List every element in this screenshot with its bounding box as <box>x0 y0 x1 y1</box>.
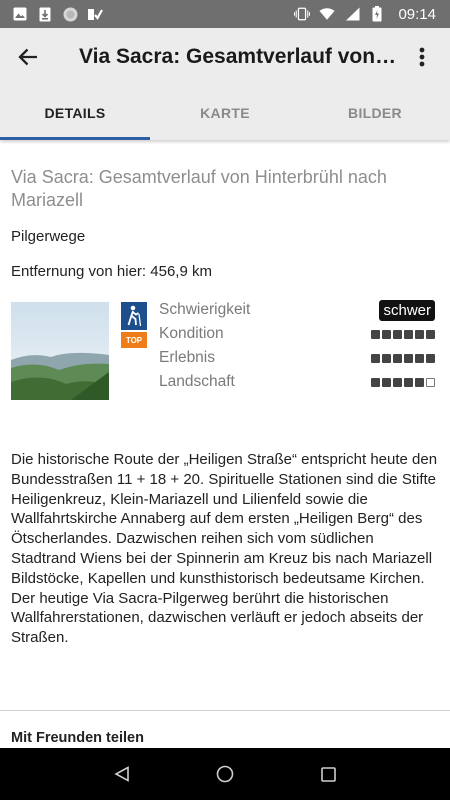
rating-dot-filled <box>371 353 380 363</box>
rating-dots <box>371 377 435 387</box>
details-content[interactable]: Via Sacra: Gesamtverlauf von Hinterbrühl… <box>0 140 450 748</box>
difficulty-row: Schwierigkeit schwer <box>159 299 435 321</box>
download-icon <box>37 6 53 22</box>
system-nav-bar <box>0 748 450 800</box>
rating-dot-filled <box>382 329 391 339</box>
tour-distance: Entfernung von hier: 456,9 km <box>11 263 212 280</box>
top-badge: TOP <box>121 332 147 348</box>
tab-bar: DETAILS KARTE BILDER <box>0 86 450 140</box>
rating-dot-filled <box>382 377 391 387</box>
app-bar: Via Sacra: Gesamtverlauf von Hinterbrühl… <box>0 28 450 86</box>
wifi-icon <box>319 6 336 22</box>
share-section-title: Mit Freunden teilen <box>11 730 144 746</box>
rating-dot-filled <box>393 353 402 363</box>
rating-dot-filled <box>382 353 391 363</box>
rating-dot-filled <box>426 353 435 363</box>
description-paragraph: Der heutige Via Sacra-Pilgerweg berührt … <box>11 589 424 647</box>
rating-dot-filled <box>371 377 380 387</box>
divider <box>0 710 450 711</box>
rating-row-erlebnis: Erlebnis <box>159 347 435 369</box>
more-vertical-icon <box>419 47 425 67</box>
rating-label: Kondition <box>159 325 224 342</box>
nav-recents-button[interactable] <box>308 754 348 794</box>
square-recents-icon <box>321 766 336 782</box>
rating-label: Landschaft <box>159 373 235 390</box>
image-icon <box>12 6 28 22</box>
tab-karte[interactable]: KARTE <box>150 86 300 140</box>
rating-row-landschaft: Landschaft <box>159 371 435 393</box>
rating-dot-filled <box>426 329 435 339</box>
nav-home-button[interactable] <box>205 754 245 794</box>
vibrate-icon <box>294 6 311 22</box>
nav-back-button[interactable] <box>102 754 142 794</box>
tour-description: Die historische Route der „Heiligen Stra… <box>11 450 439 648</box>
rating-dot-filled <box>393 377 402 387</box>
rating-dot-empty <box>426 377 435 387</box>
hiking-category-icon <box>121 302 147 330</box>
tour-title: Via Sacra: Gesamtverlauf von Hinterbrühl… <box>11 167 387 210</box>
rating-dot-filled <box>415 377 424 387</box>
rating-dot-filled <box>404 353 413 363</box>
status-bar: 09:14 <box>0 0 450 28</box>
description-paragraph: Die historische Route der „Heiligen Stra… <box>11 451 438 587</box>
overflow-menu-button[interactable] <box>402 28 442 86</box>
page-title: Via Sacra: Gesamtverlauf von Hinterbrühl… <box>79 45 397 68</box>
rating-row-kondition: Kondition <box>159 323 435 345</box>
arrow-left-icon <box>18 48 37 66</box>
rating-dot-filled <box>393 329 402 339</box>
circle-home-icon <box>216 765 234 783</box>
checkmark-icon <box>87 6 103 22</box>
tab-details[interactable]: DETAILS <box>0 86 150 140</box>
rating-dot-filled <box>415 329 424 339</box>
difficulty-badge: schwer <box>379 299 435 321</box>
tab-bilder[interactable]: BILDER <box>300 86 450 140</box>
tour-thumbnail[interactable] <box>11 302 109 400</box>
difficulty-label: Schwierigkeit <box>159 301 251 318</box>
status-time: 09:14 <box>398 5 436 23</box>
tour-category: Pilgerwege <box>11 228 86 245</box>
circle-icon <box>62 6 78 22</box>
rating-dot-filled <box>371 329 380 339</box>
rating-dot-filled <box>415 353 424 363</box>
rating-label: Erlebnis <box>159 349 215 366</box>
rating-dot-filled <box>404 377 413 387</box>
triangle-back-icon <box>113 766 129 782</box>
battery-icon <box>369 6 385 22</box>
rating-dots <box>371 353 435 363</box>
back-button[interactable] <box>0 28 56 86</box>
rating-dots <box>371 329 435 339</box>
rating-dot-filled <box>404 329 413 339</box>
signal-icon <box>344 6 360 22</box>
